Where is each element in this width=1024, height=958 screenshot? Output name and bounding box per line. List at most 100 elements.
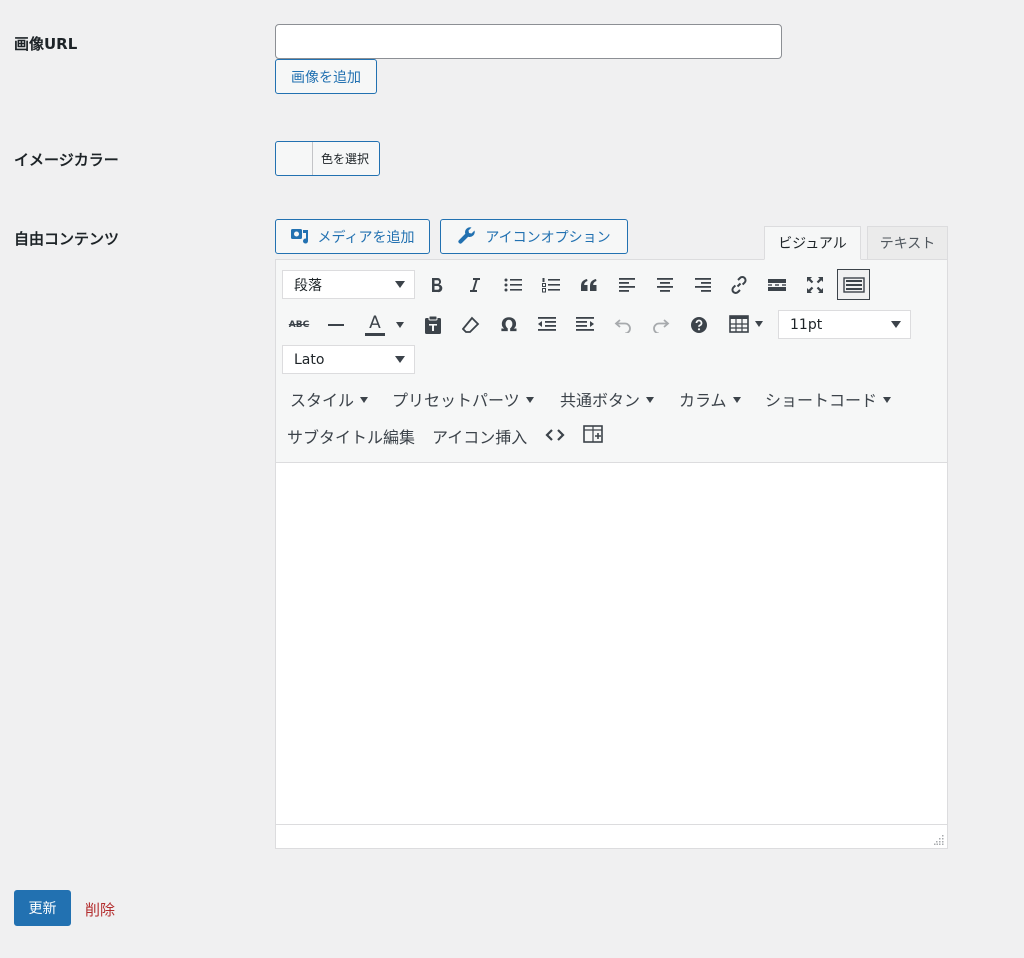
bold-icon: [432, 278, 443, 293]
editor-toolbar: 段落 ABC A Ω 11pt Lato スタイル プリセットパーツ 共通ボタン…: [276, 260, 947, 463]
help-icon: [691, 317, 707, 333]
align-center-button[interactable]: [654, 272, 676, 298]
subtitle-edit-button[interactable]: サブタイトル編集: [287, 424, 415, 448]
font-family-select[interactable]: Lato: [282, 345, 415, 374]
align-center-icon: [657, 278, 673, 292]
menu-shortcode[interactable]: ショートコード: [765, 387, 892, 411]
delete-link[interactable]: 削除: [85, 899, 115, 920]
image-url-label: 画像URL: [14, 35, 78, 53]
italic-icon: [470, 278, 480, 292]
chevron-down-icon: [891, 321, 901, 328]
fullscreen-button[interactable]: [804, 272, 826, 298]
editor-statusbar: [276, 824, 947, 848]
table-plus-icon: [583, 425, 603, 443]
free-content-label: 自由コンテンツ: [14, 230, 120, 248]
link-button[interactable]: [728, 272, 750, 298]
clear-formatting-button[interactable]: [460, 313, 482, 337]
table-icon: [729, 315, 749, 333]
select-color-button[interactable]: 色を選択: [275, 141, 380, 176]
undo-icon: [614, 319, 631, 333]
blockquote-button[interactable]: [578, 272, 600, 298]
menu-preset-parts[interactable]: プリセットパーツ: [392, 387, 534, 411]
quote-icon: [581, 279, 597, 291]
menu-shortcode-label: ショートコード: [765, 391, 878, 410]
font-size-select[interactable]: 11pt: [778, 310, 911, 339]
special-character-button[interactable]: Ω: [498, 313, 520, 337]
icon-insert-button[interactable]: アイコン挿入: [432, 424, 527, 448]
keyboard-icon: [842, 276, 865, 293]
format-select[interactable]: 段落: [282, 270, 415, 299]
link-icon: [731, 276, 747, 294]
chevron-down-icon: [883, 397, 892, 403]
numbered-list-button[interactable]: [540, 272, 562, 298]
chevron-down-icon: [360, 397, 369, 403]
insert-table-button[interactable]: [582, 423, 604, 445]
horizontal-line-icon: [328, 324, 344, 326]
align-left-button[interactable]: [616, 272, 638, 298]
toolbar-toggle-button[interactable]: [837, 269, 870, 300]
wrench-icon: [457, 225, 477, 249]
font-family-value: Lato: [294, 351, 325, 368]
align-right-button[interactable]: [692, 272, 714, 298]
outdent-icon: [538, 317, 556, 331]
text-color-dropdown[interactable]: [394, 318, 406, 332]
chevron-down-icon: [396, 322, 404, 328]
numbered-list-icon: [542, 278, 560, 293]
help-button[interactable]: [688, 313, 710, 337]
add-media-label: メディアを追加: [317, 229, 415, 246]
italic-button[interactable]: [464, 272, 486, 298]
bullet-list-button[interactable]: [502, 272, 524, 298]
format-select-value: 段落: [294, 277, 322, 294]
menu-style-label: スタイル: [290, 391, 355, 410]
font-size-value: 11pt: [790, 316, 823, 333]
menu-preset-parts-label: プリセットパーツ: [392, 391, 520, 410]
text-color-button[interactable]: A: [362, 312, 388, 338]
chevron-down-icon: [395, 356, 405, 363]
indent-button[interactable]: [574, 313, 596, 337]
menu-column-label: カラム: [679, 391, 727, 410]
chevron-down-icon: [395, 281, 405, 288]
menu-style[interactable]: スタイル: [290, 387, 369, 411]
image-color-label: イメージカラー: [14, 151, 119, 169]
bullet-list-icon: [504, 278, 522, 292]
menu-common-buttons[interactable]: 共通ボタン: [560, 387, 655, 411]
menu-column[interactable]: カラム: [679, 387, 741, 411]
tab-text[interactable]: テキスト: [867, 226, 948, 260]
read-more-button[interactable]: [766, 272, 788, 298]
menu-common-buttons-label: 共通ボタン: [560, 391, 641, 410]
align-right-icon: [695, 278, 711, 292]
image-url-input[interactable]: [275, 24, 782, 59]
chevron-down-icon: [755, 321, 763, 327]
eraser-icon: [462, 316, 480, 333]
editor-content-area[interactable]: [276, 464, 947, 824]
table-button[interactable]: [724, 312, 768, 336]
horizontal-line-button[interactable]: [326, 314, 346, 336]
chevron-down-icon: [525, 397, 534, 403]
tab-visual[interactable]: ビジュアル: [764, 226, 861, 260]
fullscreen-icon: [807, 277, 823, 293]
strikethrough-button[interactable]: ABC: [286, 314, 312, 336]
icon-option-button[interactable]: アイコンオプション: [440, 219, 628, 254]
update-button[interactable]: 更新: [14, 890, 71, 926]
color-swatch: [276, 142, 313, 175]
text-color-letter: A: [369, 312, 381, 333]
add-media-button[interactable]: メディアを追加: [275, 219, 430, 254]
outdent-button[interactable]: [536, 313, 558, 337]
chevron-down-icon: [732, 397, 741, 403]
text-color-bar: [365, 332, 385, 336]
code-button[interactable]: [544, 424, 566, 446]
select-color-label: 色を選択: [321, 152, 370, 166]
undo-button[interactable]: [612, 313, 634, 337]
clipboard-icon: [425, 315, 441, 334]
redo-button[interactable]: [650, 313, 672, 337]
chevron-down-icon: [646, 397, 655, 403]
editor: 段落 ABC A Ω 11pt Lato スタイル プリセットパーツ 共通ボタン…: [275, 259, 948, 849]
redo-icon: [653, 319, 670, 333]
add-image-button[interactable]: 画像を追加: [275, 59, 377, 94]
bold-button[interactable]: [426, 272, 448, 298]
indent-icon: [576, 317, 594, 331]
paste-text-button[interactable]: [422, 313, 444, 337]
read-more-icon: [768, 279, 786, 291]
media-icon: [290, 225, 310, 249]
resize-handle-icon[interactable]: [934, 835, 944, 845]
